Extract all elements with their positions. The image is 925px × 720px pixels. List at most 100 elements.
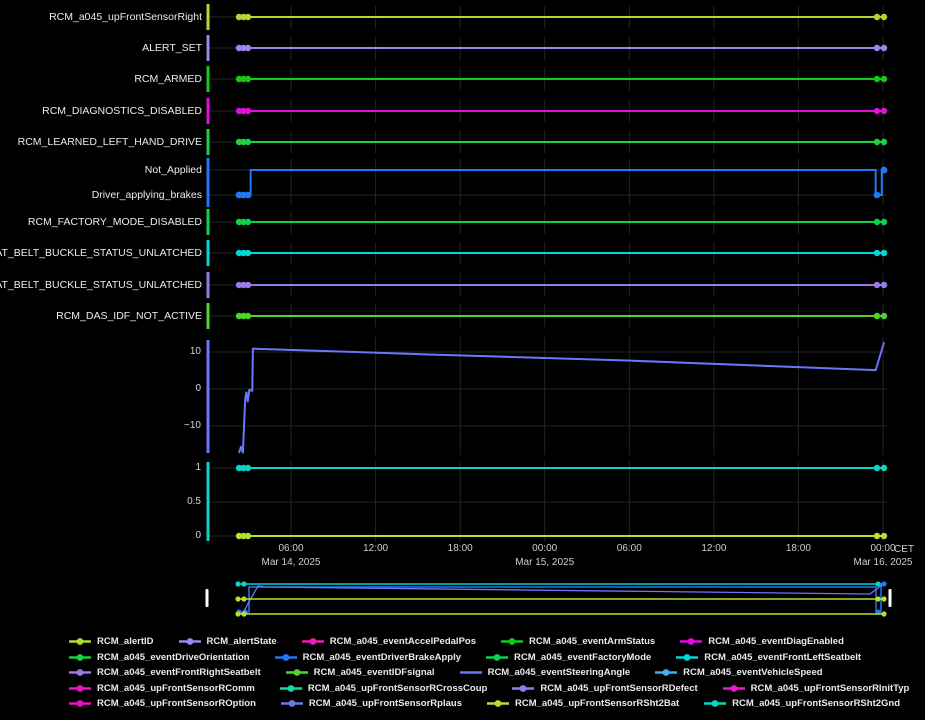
y-axis-bar (207, 240, 210, 266)
legend-item[interactable]: RCM_a045_upFrontSensorRplaus (280, 698, 462, 709)
ytick-label: Driver_applying_brakes (92, 189, 202, 201)
rangeslider-handle-left[interactable] (206, 589, 209, 607)
trace-marker-RCM_a045_eventFactoryMode (881, 219, 887, 225)
legend-marker-icon (486, 699, 510, 708)
legend-item[interactable]: RCM_a045_upFrontSensorRSht2Gnd (703, 698, 900, 709)
xtick-date: Mar 16, 2025 (854, 557, 913, 569)
ytick-label: RCM_a045_upFrontSensorRight (49, 11, 202, 23)
legend-marker-icon (279, 684, 303, 693)
xtick-label: 06:00Mar 14, 2025 (262, 543, 321, 569)
ytick-label: RCM_FACTORY_MODE_DISABLED (28, 216, 202, 228)
rangeslider-marker (875, 596, 880, 601)
trace-marker-RCM_alertState (245, 45, 251, 51)
legend-row: RCM_a045_upFrontSensorROption RCM_a045_up… (0, 698, 925, 710)
legend-marker-icon (511, 684, 535, 693)
trace-marker-RCM_a045_upFrontSensorRSht2Gnd (881, 465, 887, 471)
legend-marker-icon (301, 637, 325, 646)
legend-label: RCM_a045_eventSteeringAngle (488, 667, 631, 678)
trace-marker-RCM_a045_eventIDFsignal (245, 313, 251, 319)
trace-marker-RCM_a045_eventFrontRightSeatbelt (245, 282, 251, 288)
legend-item[interactable]: RCM_a045_eventSteeringAngle (459, 667, 631, 678)
legend-marker-icon (485, 653, 509, 662)
legend-label: RCM_a045_upFrontSensorROption (97, 698, 256, 709)
legend-label: RCM_a045_eventAccelPedalPos (330, 636, 476, 647)
legend-item[interactable]: RCM_alertState (178, 636, 277, 647)
rangeslider-marker (881, 581, 886, 586)
xtick-time: 12:00 (363, 543, 388, 555)
legend-item[interactable]: RCM_a045_eventFrontLeftSeatbelt (675, 652, 861, 663)
legend-label: RCM_a045_eventFrontLeftSeatbelt (704, 652, 861, 663)
rangeslider-marker (241, 581, 246, 586)
legend-label: RCM_a045_upFrontSensorRComm (97, 683, 255, 694)
legend-item[interactable]: RCM_a045_eventAccelPedalPos (301, 636, 476, 647)
legend-item[interactable]: RCM_a045_eventFrontRightSeatbelt (68, 667, 261, 678)
ytick-label: 10 (190, 346, 201, 358)
legend-label: RCM_a045_eventDriverBrakeApply (303, 652, 461, 663)
legend-item[interactable]: RCM_a045_eventArmStatus (500, 636, 655, 647)
legend-label: RCM_a045_eventArmStatus (529, 636, 655, 647)
xtick-time: 06:00 (262, 543, 321, 555)
y-axis-bar (207, 303, 210, 329)
legend-item[interactable]: RCM_a045_upFrontSensorRDefect (511, 683, 697, 694)
trace-RCM_a045_eventSteeringAngle (239, 342, 884, 453)
legend-item[interactable]: RCM_a045_eventIDFsignal (285, 667, 435, 678)
legend-marker-icon (274, 653, 298, 662)
trace-marker-RCM_a045_eventDiagEnabled (874, 108, 880, 114)
legend-marker-icon (280, 699, 304, 708)
y-axis-bar (207, 98, 210, 124)
rangeslider-handle-right[interactable] (889, 589, 892, 607)
y-axis-bar (207, 272, 210, 298)
legend-item[interactable]: RCM_a045_upFrontSensorRInitTyp (722, 683, 910, 694)
trace-marker-RCM_alertID (881, 14, 887, 20)
y-axis-bar (207, 209, 210, 235)
legend-marker-icon (285, 668, 309, 677)
ytick-label: −10 (184, 420, 201, 432)
legend-item[interactable]: RCM_a045_eventDriveOrientation (68, 652, 250, 663)
legend-item[interactable]: RCM_a045_eventDiagEnabled (679, 636, 844, 647)
legend-item[interactable]: RCM_a045_upFrontSensorROption (68, 698, 256, 709)
xtick-label: 00:00Mar 15, 2025 (515, 543, 574, 569)
xtick-label: 12:00 (701, 543, 726, 555)
legend-marker-icon (679, 637, 703, 646)
trace-marker-RCM_a045_eventIDFsignal (874, 313, 880, 319)
trace-marker-RCM_a045_upFrontSensorRSht2Bat (874, 533, 880, 539)
legend-item[interactable]: RCM_a045_eventVehicleSpeed (654, 667, 822, 678)
xtick-time: 18:00 (448, 543, 473, 555)
trace-marker-RCM_a045_eventFrontLeftSeatbelt (245, 250, 251, 256)
legend-item[interactable]: RCM_alertID (68, 636, 154, 647)
trace-marker-RCM_a045_eventIDFsignal (881, 313, 887, 319)
rangeslider-marker (881, 596, 886, 601)
trace-marker-RCM_a045_eventArmStatus (881, 76, 887, 82)
legend-item[interactable]: RCM_a045_upFrontSensorRComm (68, 683, 255, 694)
rangeslider-marker (241, 611, 246, 616)
legend-marker-icon (178, 637, 202, 646)
legend-label: RCM_a045_upFrontSensorRSht2Gnd (732, 698, 900, 709)
xtick-date: Mar 15, 2025 (515, 557, 574, 569)
timezone-label: CET (894, 544, 914, 555)
ytick-label: RCM_ARMED (134, 73, 202, 85)
trace-marker-RCM_a045_eventFactoryMode (245, 219, 251, 225)
trace-marker-RCM_a045_eventArmStatus (245, 76, 251, 82)
y-axis-bar (207, 66, 210, 92)
xtick-time: 18:00 (786, 543, 811, 555)
trace-RCM_a045_eventDriverBrakeApply (239, 170, 884, 195)
trace-marker-RCM_a045_eventDriveOrientation (881, 139, 887, 145)
y-axis-bar (207, 129, 210, 155)
legend-item[interactable]: RCM_a045_eventFactoryMode (485, 652, 651, 663)
legend-row: RCM_alertID RCM_alertState RCM_a045_eventA… (0, 636, 925, 648)
ytick-label: RCM_DIAGNOSTICS_DISABLED (42, 105, 202, 117)
ytick-label: 1 (195, 462, 201, 474)
trace-marker-RCM_a045_upFrontSensorRSht2Bat (245, 533, 251, 539)
legend-item[interactable]: RCM_a045_upFrontSensorRSht2Bat (486, 698, 679, 709)
trace-marker-RCM_a045_eventFactoryMode (874, 219, 880, 225)
legend-marker-icon (68, 699, 92, 708)
legend-marker-icon (68, 637, 92, 646)
xtick-label: 18:00 (448, 543, 473, 555)
legend-label: RCM_a045_upFrontSensorRSht2Bat (515, 698, 679, 709)
legend-label: RCM_a045_upFrontSensorRInitTyp (751, 683, 910, 694)
ytick-label: RCM_LEARNED_LEFT_HAND_DRIVE (18, 136, 202, 148)
legend-label: RCM_a045_eventDriveOrientation (97, 652, 250, 663)
legend-item[interactable]: RCM_a045_upFrontSensorRCrossCoup (279, 683, 487, 694)
legend-marker-icon (654, 668, 678, 677)
legend-item[interactable]: RCM_a045_eventDriverBrakeApply (274, 652, 461, 663)
